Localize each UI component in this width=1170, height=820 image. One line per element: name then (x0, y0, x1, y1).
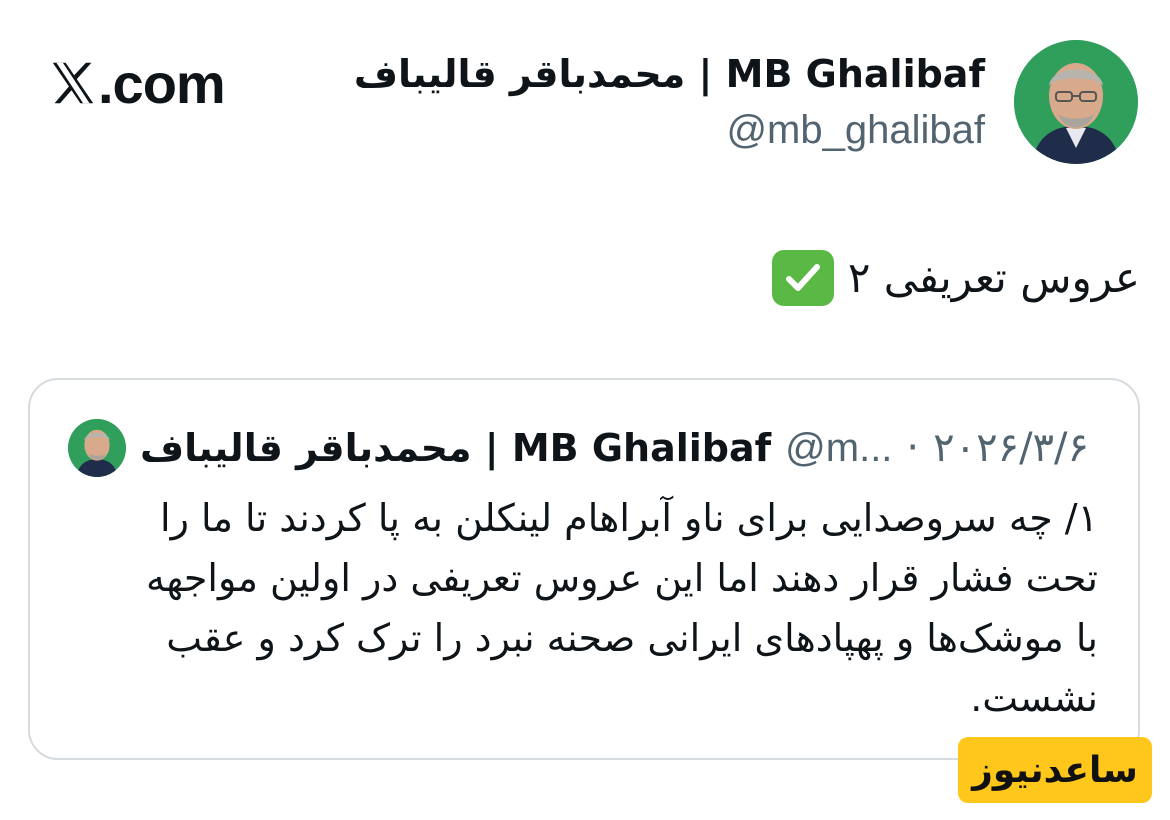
avatar-portrait-icon (68, 419, 126, 477)
quoted-author-name[interactable]: محمدباقر قالیباف | MB Ghalibaf (140, 426, 771, 470)
avatar-portrait-icon (1014, 40, 1138, 164)
author-avatar[interactable] (1014, 40, 1138, 164)
tweet-author: محمدباقر قالیباف | MB Ghalibaf @mb_ghali… (354, 44, 985, 156)
quoted-tweet-line: با موشک‌ها و پهپادهای ایرانی صحنه نبرد ر… (166, 616, 1098, 660)
quoted-author-handle[interactable]: @m... (785, 426, 892, 471)
quoted-tweet-date[interactable]: ۲۰۲۶/۳/۶ (933, 425, 1089, 471)
quoted-tweet-line: نشست. (970, 676, 1098, 720)
quoted-author-avatar[interactable] (68, 419, 126, 477)
x-logo[interactable]: .com (50, 50, 226, 116)
quoted-tweet-line: ۱/ چه سروصدایی برای ناو آبراهام لینکلن ب… (160, 496, 1098, 540)
x-brand-icon (52, 62, 94, 104)
tweet-text: عروس تعریفی ۲ (771, 238, 1140, 318)
saednews-watermark: ساعدنیوز (958, 737, 1152, 803)
quoted-tweet-body: ۱/ چه سروصدایی برای ناو آبراهام لینکلن ب… (58, 488, 1098, 728)
quoted-tweet-header: محمدباقر قالیباف | MB Ghalibaf @m... · ۲… (68, 418, 1089, 478)
check-mark-icon (771, 250, 834, 306)
header-separator: · (906, 425, 920, 471)
tweet-text-content: عروس تعریفی ۲ (847, 253, 1140, 302)
watermark-text: ساعدنیوز (972, 749, 1138, 791)
author-handle[interactable]: @mb_ghalibaf (354, 104, 985, 156)
logo-domain-text: .com (98, 51, 226, 115)
author-display-name[interactable]: محمدباقر قالیباف | MB Ghalibaf (354, 44, 985, 104)
quoted-tweet-line: تحت فشار قرار دهند اما این عروس تعریفی د… (146, 556, 1098, 600)
quoted-tweet-card[interactable]: محمدباقر قالیباف | MB Ghalibaf @m... · ۲… (28, 378, 1140, 760)
